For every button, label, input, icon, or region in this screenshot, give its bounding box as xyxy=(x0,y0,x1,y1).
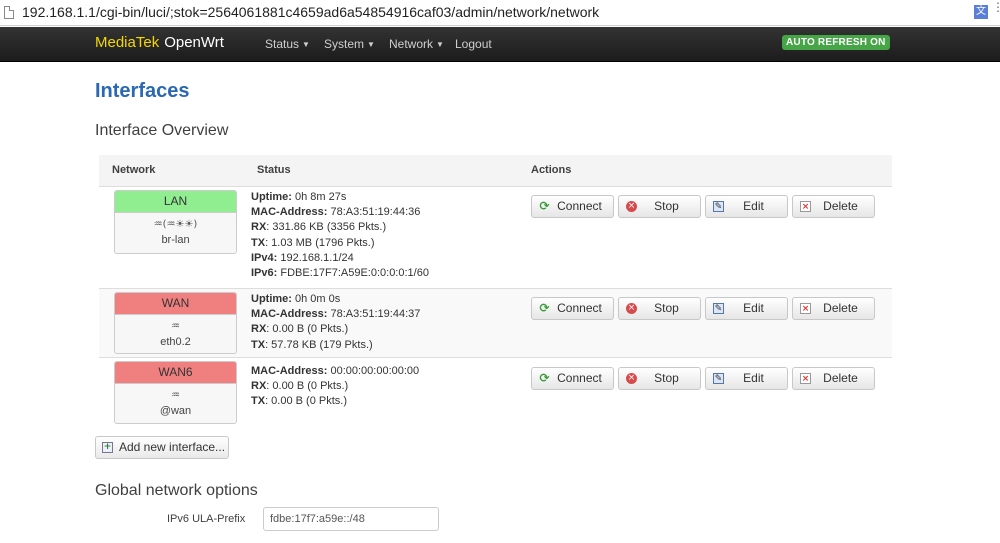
network-device-icons: ♒ xyxy=(171,321,180,332)
header-actions: Actions xyxy=(531,164,572,176)
network-device: eth0.2 xyxy=(160,336,191,348)
status-line: IPv6: FDBE:17F7:A59E:0:0:0:0:1/60 xyxy=(251,267,429,280)
auto-refresh-badge[interactable]: AUTO REFRESH ON xyxy=(782,35,890,50)
nav-network[interactable]: Network ▼ xyxy=(389,37,444,51)
stop-button[interactable]: × Stop xyxy=(618,367,701,390)
status-line: RX: 0.00 B (0 Pkts.) xyxy=(251,380,349,393)
network-device-icons: ♒ xyxy=(171,390,180,401)
nav-system[interactable]: System ▼ xyxy=(324,37,375,51)
page-title: Interfaces xyxy=(95,80,190,102)
nav-status[interactable]: Status ▼ xyxy=(265,37,310,51)
status-line: RX: 331.86 KB (3356 Pkts.) xyxy=(251,221,387,234)
url-text[interactable]: 192.168.1.1/cgi-bin/luci/;stok=256406188… xyxy=(22,4,599,20)
status-block: Uptime: 0h 0m 0s MAC-Address: 78:A3:51:1… xyxy=(251,292,420,353)
address-bar[interactable]: 192.168.1.1/cgi-bin/luci/;stok=256406188… xyxy=(0,0,1000,26)
status-line: IPv4: 192.168.1.1/24 xyxy=(251,251,354,264)
add-icon: + xyxy=(102,442,113,453)
connect-button[interactable]: ⟳ Connect xyxy=(531,297,614,320)
network-name: LAN xyxy=(115,191,236,213)
chevron-down-icon: ▼ xyxy=(302,40,310,49)
menu-icon[interactable]: ⋮ xyxy=(992,1,1000,22)
network-box-wan: WAN ♒ eth0.2 xyxy=(114,292,237,354)
edit-button[interactable]: ✎ Edit xyxy=(705,195,788,218)
connect-button[interactable]: ⟳ Connect xyxy=(531,367,614,390)
table-row-wan: WAN ♒ eth0.2 Uptime: 0h 0m 0s MAC-Addres… xyxy=(99,289,892,358)
network-box-wan6: WAN6 ♒ @wan xyxy=(114,361,237,424)
stop-button[interactable]: × Stop xyxy=(618,195,701,218)
status-line: TX: 1.03 MB (1796 Pkts.) xyxy=(251,236,375,249)
add-interface-button[interactable]: + Add new interface... xyxy=(95,436,229,459)
status-line: RX: 0.00 B (0 Pkts.) xyxy=(251,323,349,336)
global-options-title: Global network options xyxy=(95,482,258,499)
status-line: MAC-Address: 78:A3:51:19:44:37 xyxy=(251,308,421,321)
section-title: Interface Overview xyxy=(95,122,229,139)
delete-button[interactable]: × Delete xyxy=(792,195,875,218)
edit-button[interactable]: ✎ Edit xyxy=(705,367,788,390)
stop-button[interactable]: × Stop xyxy=(618,297,701,320)
page-icon xyxy=(4,6,14,19)
nav-network-label: Network xyxy=(389,37,434,51)
status-line: MAC-Address: 78:A3:51:19:44:36 xyxy=(251,206,421,219)
ula-prefix-input[interactable] xyxy=(263,507,439,531)
delete-button[interactable]: × Delete xyxy=(792,297,875,320)
edit-button[interactable]: ✎ Edit xyxy=(705,297,788,320)
status-line: MAC-Address: 00:00:00:00:00:00 xyxy=(251,365,420,377)
status-line: Uptime: 0h 8m 27s xyxy=(251,191,347,203)
top-navbar: MediaTek OpenWrt Status ▼ System ▼ Network ▼… xyxy=(0,27,1000,62)
network-device: br-lan xyxy=(161,234,190,246)
table-row-lan: LAN ♒(♒☀☀) br-lan Uptime: 0h 8m 27s MAC-… xyxy=(99,187,892,289)
chevron-down-icon: ▼ xyxy=(436,40,444,49)
brand-logo[interactable]: MediaTek OpenWrt xyxy=(95,34,224,51)
nav-logout[interactable]: Logout xyxy=(455,37,492,51)
network-device: @wan xyxy=(159,405,192,417)
delete-button[interactable]: × Delete xyxy=(792,367,875,390)
nav-status-label: Status xyxy=(265,37,300,51)
nav-logout-label: Logout xyxy=(455,37,492,51)
status-line: TX: 57.78 KB (179 Pkts.) xyxy=(251,338,373,351)
network-name: WAN xyxy=(115,293,236,315)
nav-system-label: System xyxy=(324,37,365,51)
ula-prefix-label: IPv6 ULA-Prefix xyxy=(167,513,246,525)
network-name: WAN6 xyxy=(115,362,236,384)
translate-icon[interactable]: 文 xyxy=(974,5,988,19)
network-box-lan: LAN ♒(♒☀☀) br-lan xyxy=(114,190,237,254)
connect-button[interactable]: ⟳ Connect xyxy=(531,195,614,218)
brand-primary: MediaTek xyxy=(95,34,160,51)
status-line: Uptime: 0h 0m 0s xyxy=(251,293,341,305)
header-network: Network xyxy=(112,164,156,176)
status-block: MAC-Address: 00:00:00:00:00:00 RX: 0.00 … xyxy=(251,364,419,410)
table-header: Network Status Actions xyxy=(99,155,892,187)
table-row-wan6: WAN6 ♒ @wan MAC-Address: 00:00:00:00:00:… xyxy=(99,358,892,425)
brand-secondary: OpenWrt xyxy=(164,34,224,51)
chevron-down-icon: ▼ xyxy=(367,40,375,49)
header-status: Status xyxy=(257,164,291,176)
status-block: Uptime: 0h 8m 27s MAC-Address: 78:A3:51:… xyxy=(251,190,429,281)
status-line: TX: 0.00 B (0 Pkts.) xyxy=(251,395,347,408)
interface-table: Network Status Actions LAN ♒(♒☀☀) br-lan… xyxy=(99,155,892,425)
network-device-icons: ♒(♒☀☀) xyxy=(153,219,198,230)
